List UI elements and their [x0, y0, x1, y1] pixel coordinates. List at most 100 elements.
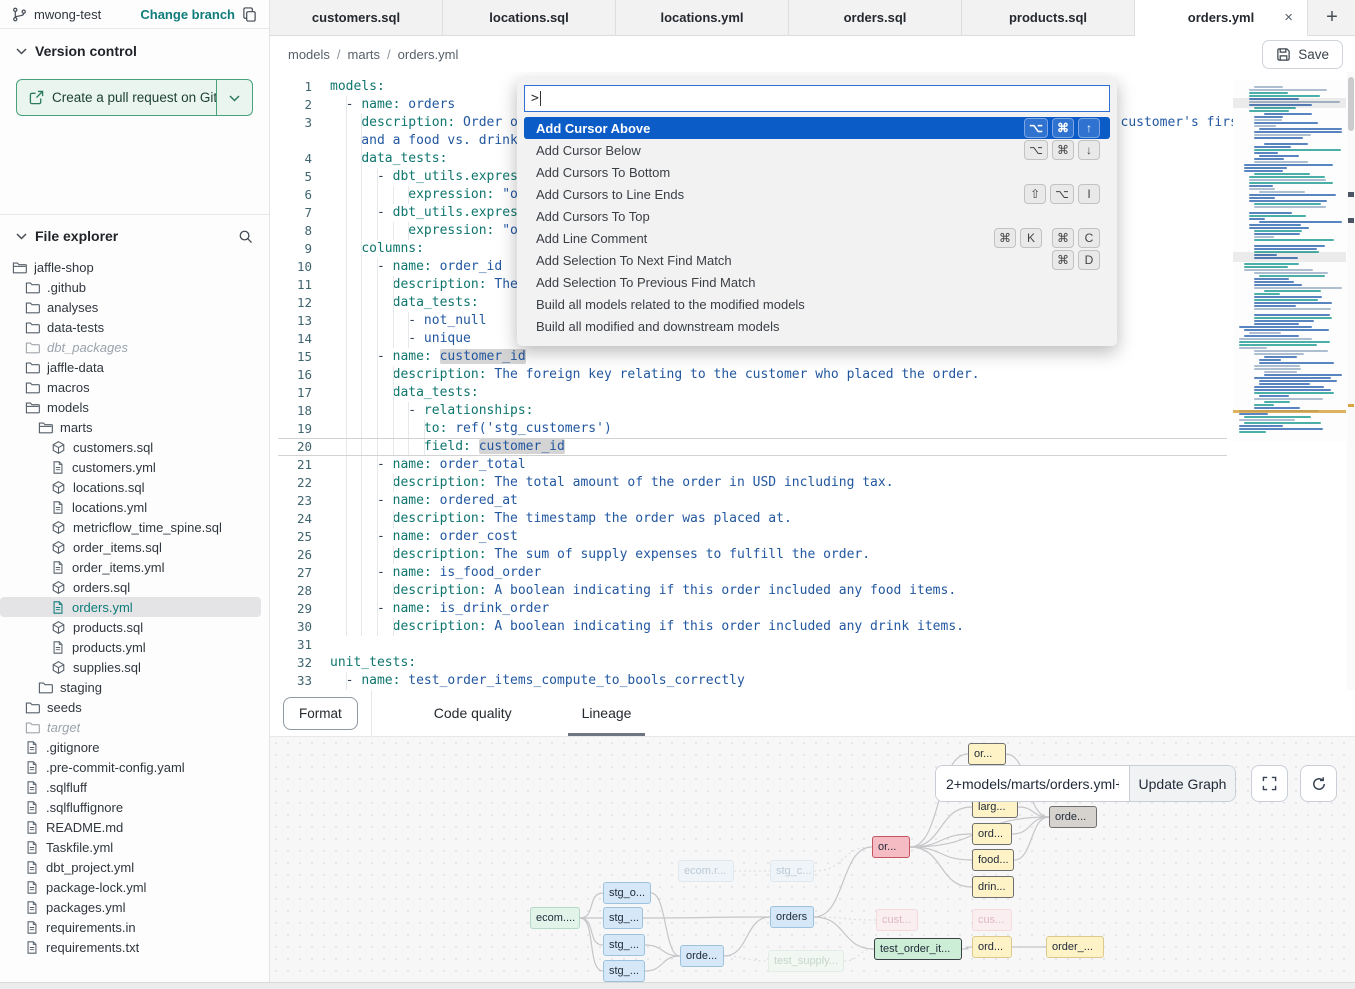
code-line[interactable]: 33 - name: test_order_items_compute_to_b… — [278, 672, 1227, 690]
refresh-button[interactable] — [1300, 765, 1337, 802]
file-tree-item[interactable]: .sqlfluff — [0, 777, 261, 797]
tab-orders.yml[interactable]: orders.yml× — [1135, 0, 1308, 36]
palette-item[interactable]: Build all modified and downstream models — [524, 315, 1110, 337]
code-line[interactable]: 29 - name: is_drink_order — [278, 600, 1227, 618]
bottom-tab-code-quality[interactable]: Code quality — [420, 690, 526, 736]
file-tree-item[interactable]: customers.sql — [0, 437, 261, 457]
file-tree-item[interactable]: requirements.in — [0, 917, 261, 937]
close-icon[interactable]: × — [1284, 9, 1293, 26]
code-line[interactable]: 32unit_tests: — [278, 654, 1227, 672]
scrollbar-thumb[interactable] — [1348, 77, 1354, 131]
file-tree-item[interactable]: .gitignore — [0, 737, 261, 757]
create-pull-request-button[interactable]: Create a pull request on Git... — [16, 79, 253, 116]
palette-item[interactable]: Add Selection To Previous Find Match — [524, 271, 1110, 293]
change-branch-link[interactable]: Change branch — [140, 7, 235, 22]
code-line[interactable]: 22 description: The total amount of the … — [278, 474, 1227, 492]
file-tree-item[interactable]: orders.sql — [0, 577, 261, 597]
code-line[interactable]: 28 description: A boolean indicating if … — [278, 582, 1227, 600]
lineage-node-stgc_f[interactable]: stg_c... — [770, 860, 814, 882]
lineage-node-stg_2[interactable]: stg_... — [603, 934, 645, 956]
file-tree-item[interactable]: .pre-commit-config.yaml — [0, 757, 261, 777]
lineage-node-stg_1[interactable]: stg_... — [603, 907, 643, 929]
fullscreen-button[interactable] — [1251, 765, 1288, 802]
new-tab-button[interactable]: + — [1309, 0, 1355, 35]
tab-locations.yml[interactable]: locations.yml — [616, 0, 789, 35]
lineage-node-stg_o[interactable]: stg_o... — [603, 882, 651, 904]
tab-products.sql[interactable]: products.sql — [962, 0, 1135, 35]
update-graph-button[interactable]: Update Graph — [1129, 766, 1235, 801]
file-tree-item[interactable]: order_items.sql — [0, 537, 261, 557]
code-line[interactable]: 18 - relationships: — [278, 402, 1227, 420]
lineage-node-order_[interactable]: order_... — [1046, 936, 1104, 958]
lineage-node-cust_f[interactable]: cust... — [876, 909, 918, 931]
code-line[interactable]: 19 to: ref('stg_customers') — [278, 420, 1227, 438]
code-line[interactable]: 25 - name: order_cost — [278, 528, 1227, 546]
palette-item[interactable]: Add Cursor Above⌥⌘↑ — [524, 117, 1110, 139]
lineage-node-food[interactable]: food... — [972, 849, 1014, 871]
lineage-node-or_top[interactable]: or... — [968, 743, 1006, 765]
file-tree-item[interactable]: analyses — [0, 297, 261, 317]
palette-item[interactable]: Add Cursor Below⌥⌘↓ — [524, 139, 1110, 161]
file-tree-item[interactable]: order_items.yml — [0, 557, 261, 577]
file-tree-item[interactable]: .sqlfluffignore — [0, 797, 261, 817]
lineage-node-ord2[interactable]: ord... — [972, 936, 1012, 958]
code-line[interactable]: 16 description: The foreign key relating… — [278, 366, 1227, 384]
breadcrumb-segment[interactable]: orders.yml — [398, 47, 459, 62]
file-tree-item[interactable]: dbt_project.yml — [0, 857, 261, 877]
save-button[interactable]: Save — [1262, 40, 1343, 69]
lineage-node-or_pink[interactable]: or... — [872, 836, 910, 858]
search-icon[interactable] — [238, 229, 253, 244]
file-tree-item[interactable]: jaffle-shop — [0, 257, 261, 277]
minimap[interactable] — [1233, 80, 1346, 442]
file-tree-item[interactable]: supplies.sql — [0, 657, 261, 677]
file-tree-item[interactable]: .github — [0, 277, 261, 297]
file-tree-item[interactable]: products.sql — [0, 617, 261, 637]
lineage-node-drin[interactable]: drin... — [972, 876, 1014, 898]
lineage-node-ord1[interactable]: ord... — [972, 823, 1012, 845]
breadcrumb-segment[interactable]: marts — [348, 47, 381, 62]
chevron-down-icon[interactable] — [16, 47, 27, 55]
lineage-canvas[interactable]: Update Graph ecom.... stg_o... stg_... stg_… — [270, 736, 1355, 982]
file-tree-item[interactable]: staging — [0, 677, 261, 697]
file-tree-item[interactable]: jaffle-data — [0, 357, 261, 377]
file-tree-item[interactable]: locations.yml — [0, 497, 261, 517]
code-line[interactable]: 24 description: The timestamp the order … — [278, 510, 1227, 528]
file-tree-item[interactable]: package-lock.yml — [0, 877, 261, 897]
breadcrumb-segment[interactable]: models — [288, 47, 330, 62]
file-tree-item[interactable]: target — [0, 717, 261, 737]
palette-item[interactable]: Build all models related to the modified… — [524, 293, 1110, 315]
tab-customers.sql[interactable]: customers.sql — [270, 0, 443, 35]
lineage-node-orde_b[interactable]: orde... — [680, 945, 724, 967]
file-tree-item[interactable]: models — [0, 397, 261, 417]
bottom-tab-lineage[interactable]: Lineage — [568, 690, 646, 736]
lineage-node-stg_3[interactable]: stg_... — [603, 960, 645, 982]
file-tree-item[interactable]: locations.sql — [0, 477, 261, 497]
palette-item[interactable]: Add Cursors To Bottom — [524, 161, 1110, 183]
file-tree-item[interactable]: packages.yml — [0, 897, 261, 917]
lineage-selector-input[interactable] — [936, 766, 1129, 801]
file-tree-item[interactable]: data-tests — [0, 317, 261, 337]
code-line[interactable]: 21 - name: order_total — [278, 456, 1227, 474]
code-line[interactable]: 31 — [278, 636, 1227, 654]
chevron-down-icon[interactable] — [16, 232, 27, 240]
code-editor[interactable]: 1models:2 - name: orders3 description: O… — [270, 72, 1355, 690]
code-line[interactable]: 20 field: customer_id — [278, 438, 1227, 456]
code-line[interactable]: 26 description: The sum of supply expens… — [278, 546, 1227, 564]
tab-orders.sql[interactable]: orders.sql — [789, 0, 962, 35]
lineage-node-orders[interactable]: orders — [770, 906, 814, 928]
lineage-node-ecom[interactable]: ecom.... — [530, 907, 580, 929]
copy-icon[interactable] — [242, 7, 257, 22]
file-tree-item[interactable]: marts — [0, 417, 261, 437]
file-tree-item[interactable]: metricflow_time_spine.sql — [0, 517, 261, 537]
palette-item[interactable]: Add Cursors to Line Ends⇧⌥I — [524, 183, 1110, 205]
file-tree-item[interactable]: seeds — [0, 697, 261, 717]
format-button[interactable]: Format — [283, 697, 358, 730]
palette-item[interactable]: Add Cursors To Top — [524, 205, 1110, 227]
code-line[interactable]: 30 description: A boolean indicating if … — [278, 618, 1227, 636]
file-tree-item[interactable]: requirements.txt — [0, 937, 261, 957]
code-line[interactable]: 17 data_tests: — [278, 384, 1227, 402]
file-tree-item[interactable]: macros — [0, 377, 261, 397]
code-line[interactable]: 15 - name: customer_id — [278, 348, 1227, 366]
file-tree-item[interactable]: README.md — [0, 817, 261, 837]
file-tree-item[interactable]: dbt_packages — [0, 337, 261, 357]
